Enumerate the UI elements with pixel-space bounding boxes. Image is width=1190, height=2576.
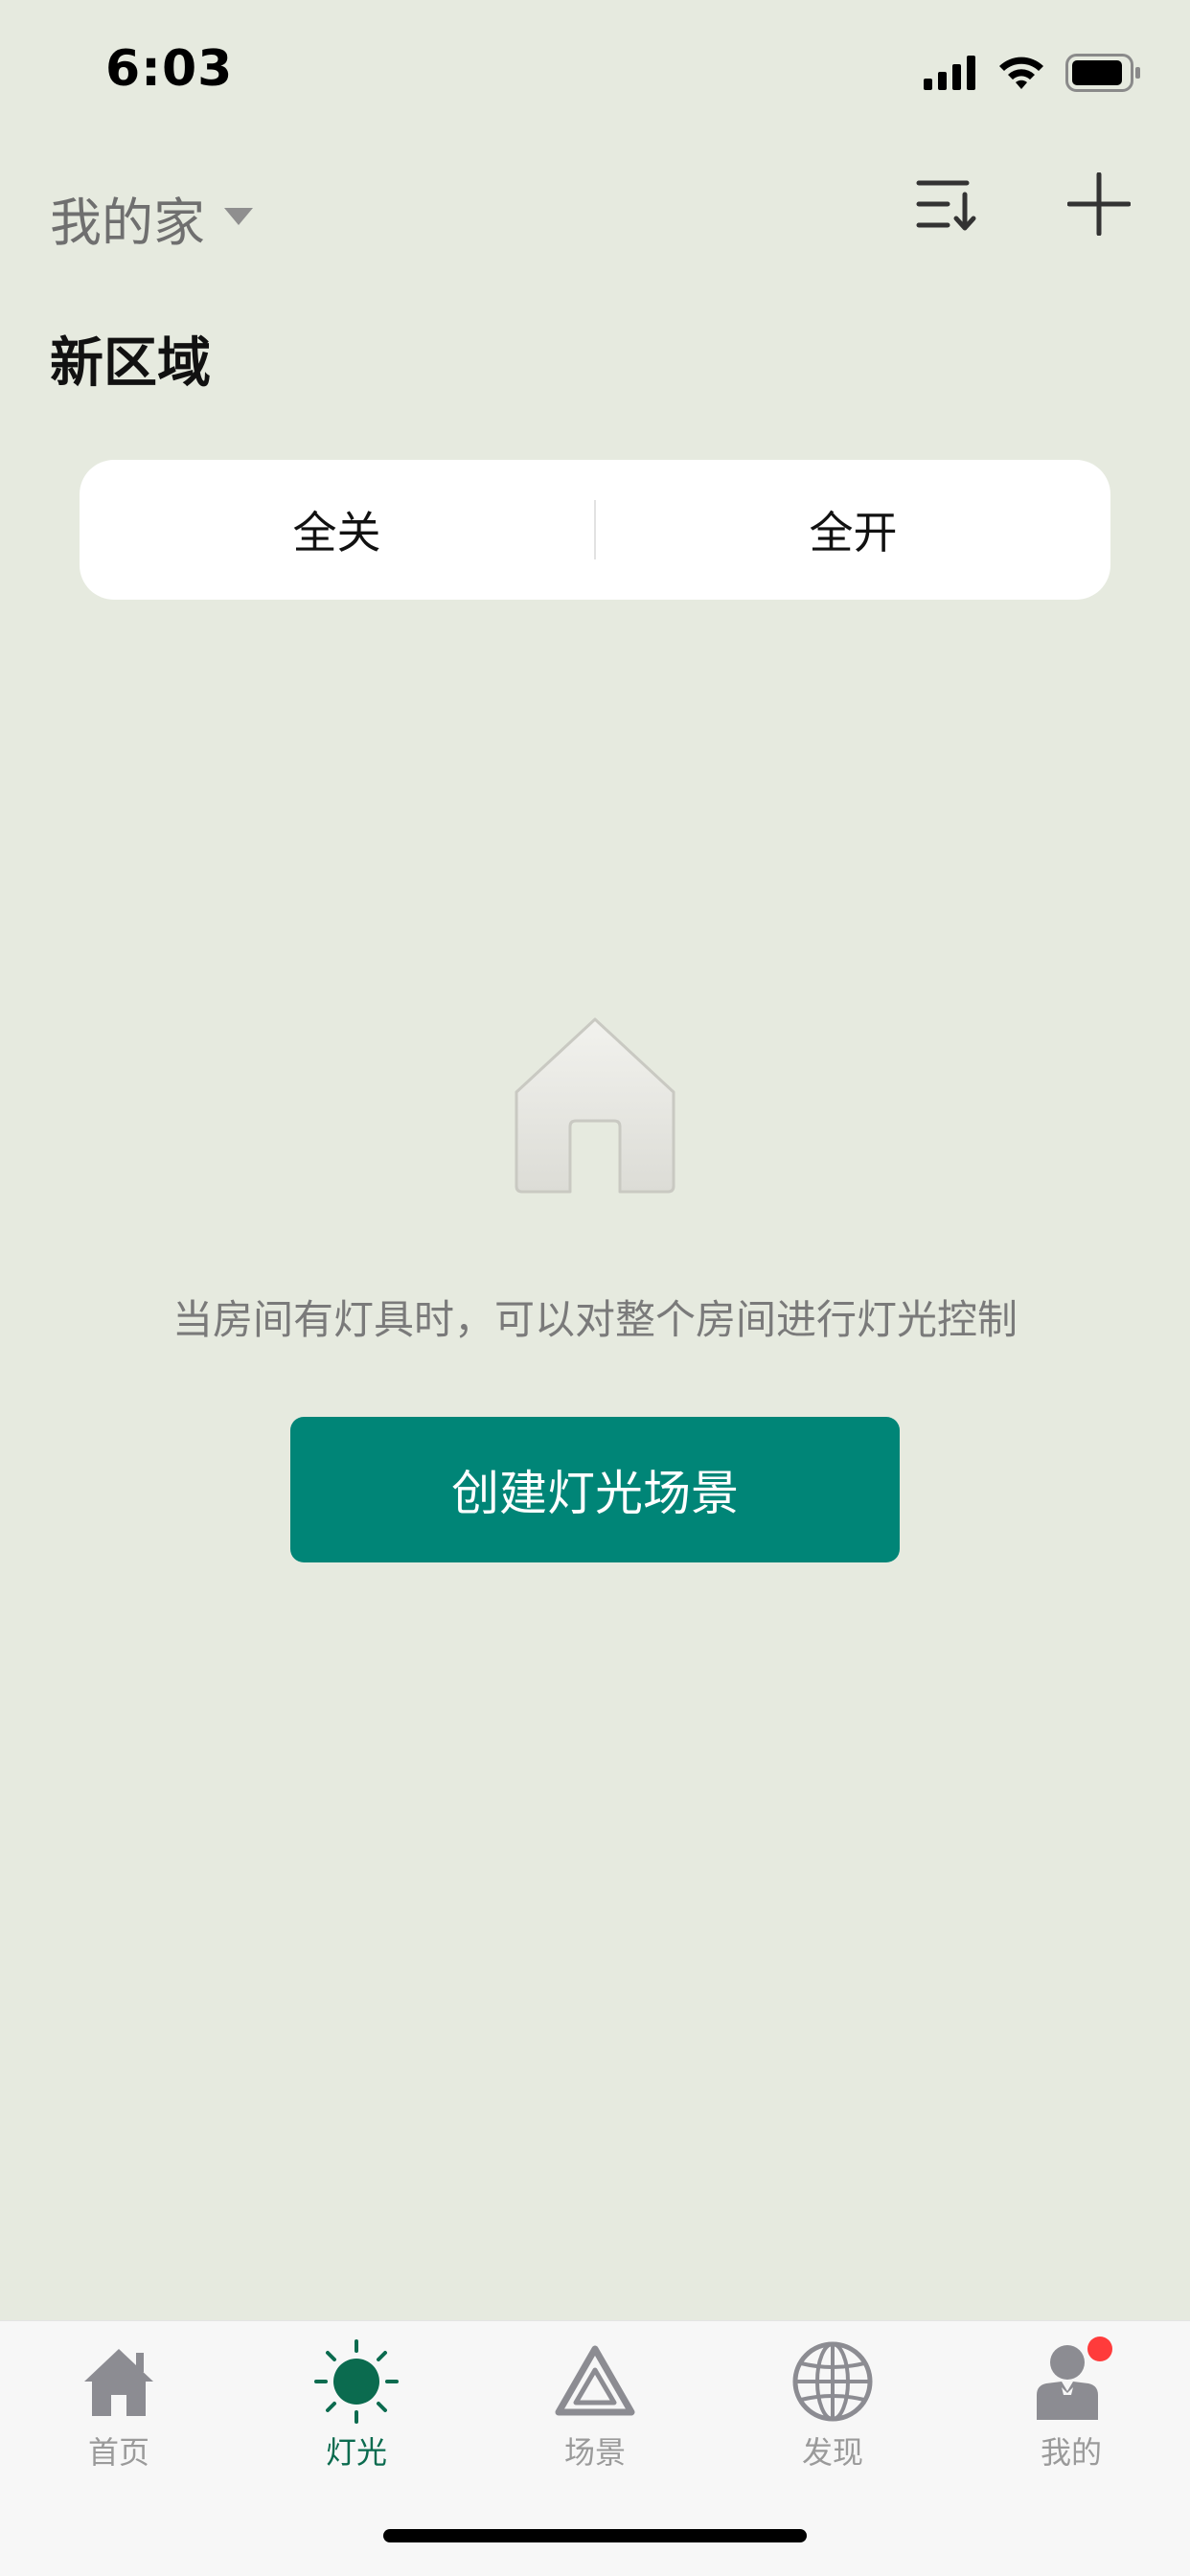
profile-icon bbox=[1028, 2337, 1114, 2425]
signal-icon bbox=[924, 56, 977, 94]
battery-icon bbox=[1065, 54, 1142, 96]
all-on-button[interactable]: 全开 bbox=[596, 460, 1110, 600]
tab-profile[interactable]: 我的 bbox=[952, 2337, 1190, 2482]
home-name: 我的家 bbox=[50, 193, 205, 253]
tab-discover-label: 发现 bbox=[801, 2434, 863, 2471]
tab-scene-label: 场景 bbox=[563, 2434, 626, 2471]
empty-state-message: 当房间有灯具时，可以对整个房间进行灯光控制 bbox=[172, 1296, 1018, 1343]
add-button[interactable] bbox=[1065, 171, 1133, 239]
sort-icon bbox=[915, 175, 976, 237]
all-off-button[interactable]: 全关 bbox=[80, 460, 594, 600]
home-icon bbox=[76, 2338, 162, 2425]
wifi-icon bbox=[996, 55, 1046, 95]
tab-home-label: 首页 bbox=[87, 2434, 149, 2471]
sort-button[interactable] bbox=[912, 172, 979, 239]
globe-icon bbox=[790, 2338, 876, 2425]
tab-light[interactable]: 灯光 bbox=[238, 2338, 475, 2482]
tab-scene[interactable]: 场景 bbox=[476, 2338, 714, 2482]
header-actions bbox=[912, 171, 1133, 239]
scene-icon bbox=[552, 2338, 638, 2425]
tab-home[interactable]: 首页 bbox=[0, 2338, 238, 2482]
status-time: 6:03 bbox=[105, 40, 234, 98]
tab-discover[interactable]: 发现 bbox=[714, 2338, 951, 2482]
tab-profile-label: 我的 bbox=[1040, 2434, 1102, 2471]
section-title: 新区域 bbox=[50, 332, 211, 395]
all-toggle-card: 全关 全开 bbox=[80, 460, 1110, 600]
notification-badge bbox=[1087, 2337, 1112, 2361]
status-icons bbox=[924, 53, 1142, 97]
home-selector[interactable]: 我的家 bbox=[50, 180, 255, 256]
dropdown-caret-icon bbox=[222, 206, 255, 231]
home-indicator bbox=[383, 2529, 807, 2542]
light-icon bbox=[313, 2338, 400, 2425]
house-icon bbox=[513, 1015, 677, 1194]
status-bar: 6:03 bbox=[0, 0, 1190, 144]
tab-light-label: 灯光 bbox=[325, 2434, 387, 2471]
create-light-scene-button[interactable]: 创建灯光场景 bbox=[290, 1417, 900, 1562]
plus-icon bbox=[1066, 171, 1132, 239]
